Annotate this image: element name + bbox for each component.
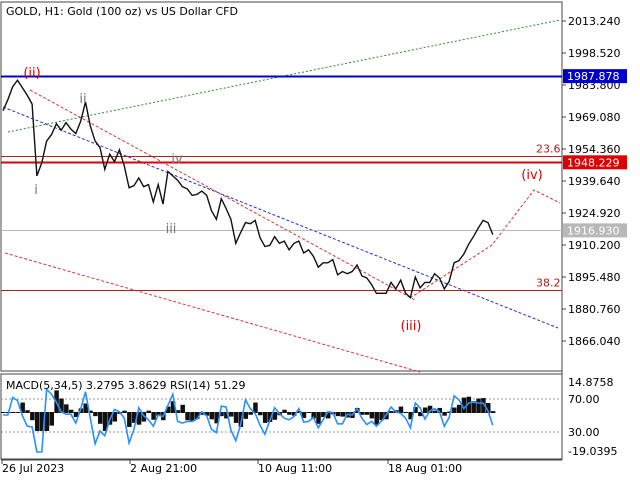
wave-label: i <box>34 183 38 198</box>
macd-bar <box>146 410 151 413</box>
wave-labels: (ii)iiiiviii(iii)(iv) <box>23 66 542 334</box>
macd-bar <box>10 412 16 413</box>
macd-bar <box>374 412 379 425</box>
chart: 23.638.2 (ii)iiiiviii(iii)(iv) 2013.2401… <box>0 1 627 475</box>
wave-label: (ii) <box>23 66 40 81</box>
price-tick-label: 1954.360 <box>568 143 621 156</box>
macd-bar <box>243 412 248 419</box>
macd-bar <box>248 412 253 415</box>
blue-trend-line <box>2 106 559 329</box>
horizontal-levels: 23.6 38.2 <box>1 75 562 291</box>
price-tag-label: 1916.930 <box>567 224 620 237</box>
macd-bar <box>340 412 345 417</box>
price-series <box>2 78 494 299</box>
macd-bar <box>476 398 481 413</box>
macd-bar <box>442 412 447 416</box>
time-tick-label: 2 Aug 21:00 <box>130 462 197 475</box>
indicator-tick-label: 30.00 <box>568 426 600 439</box>
time-axis: 26 Jul 2023 2 Aug 21:00 10 Aug 11:00 18 Aug… <box>1 460 462 475</box>
wave-label: ii <box>79 92 86 107</box>
time-tick-label: 18 Aug 01:00 <box>388 462 462 475</box>
price-tick-label: 1880.760 <box>568 303 621 316</box>
macd-bar <box>262 412 268 423</box>
indicator-label: MACD(5,34,5) 3.2795 3.8629 RSI(14) 51.29 <box>6 379 245 392</box>
macd-bar <box>1 412 6 413</box>
red-channel-lower <box>4 252 421 373</box>
main-pane-frame <box>0 1 563 372</box>
trend-lines <box>2 19 561 373</box>
wave-label: (iv) <box>521 168 542 183</box>
macd-bar <box>364 412 370 415</box>
price-tick-label: 1939.640 <box>568 175 621 188</box>
macd-bar <box>233 412 239 423</box>
time-tick-label: 26 Jul 2023 <box>2 462 64 475</box>
macd-bar <box>287 412 292 415</box>
macd-bar <box>228 412 234 417</box>
price-tick-label: 2013.240 <box>568 15 621 28</box>
indicator-tick-label: 14.8758 <box>568 376 614 389</box>
price-tick-label: 1910.200 <box>568 239 621 252</box>
macd-bar <box>282 409 287 413</box>
fib-level-label: 23.6 <box>536 143 561 156</box>
wave-label: iv <box>171 152 183 167</box>
macd-bar <box>258 412 263 416</box>
macd-bar <box>389 411 394 413</box>
macd-bar <box>369 412 375 419</box>
macd-bar <box>452 407 457 413</box>
macd-bar <box>335 412 341 417</box>
wave-label: (iii) <box>401 319 422 334</box>
price-tick-label: 1866.040 <box>568 335 621 348</box>
macd-bar <box>316 412 321 424</box>
price-axis: 2013.2401998.5201983.8001969.0801954.360… <box>562 15 621 348</box>
time-tick-label: 10 Aug 11:00 <box>258 462 332 475</box>
macd-bar <box>93 412 98 417</box>
macd-bar <box>398 406 404 413</box>
price-tag-label: 1948.229 <box>567 156 620 169</box>
macd-bar <box>34 412 40 431</box>
macd-bar <box>98 412 103 424</box>
fib-level-label: 38.2 <box>536 277 561 290</box>
price-tick-label: 1924.920 <box>568 207 621 220</box>
price-tick-label: 1969.080 <box>568 111 621 124</box>
chart-title: GOLD, H1: Gold (100 oz) vs US Dollar CFD <box>6 5 238 18</box>
indicator-tick-label: 70.00 <box>568 393 600 406</box>
macd-bar <box>403 412 409 413</box>
price-tick-label: 1998.520 <box>568 47 621 60</box>
macd-bar <box>185 412 190 421</box>
macd-bar <box>122 410 127 413</box>
rsi-line <box>3 387 494 453</box>
macd-bar <box>180 404 185 413</box>
macd-bar <box>64 404 69 413</box>
macd-bar <box>49 412 54 426</box>
price-tick-label: 1895.480 <box>568 271 621 284</box>
macd-bar <box>490 411 496 413</box>
macd-bar <box>422 407 428 413</box>
wave-label: iii <box>166 222 177 237</box>
macd-bar <box>209 412 215 420</box>
macd-bar <box>456 404 462 413</box>
price-tag-label: 1987.878 <box>567 70 620 83</box>
indicator-tick-label: -19.0395 <box>568 445 617 458</box>
macd-bar <box>432 410 438 413</box>
macd-bar <box>127 412 132 427</box>
macd-bar <box>306 412 312 413</box>
macd-bar <box>25 410 30 413</box>
macd-bar <box>68 409 74 413</box>
macd-bar <box>15 412 21 413</box>
macd-bar <box>30 412 35 421</box>
price-line <box>2 78 494 299</box>
macd-bar <box>151 412 156 420</box>
red-channel-upper <box>29 89 416 301</box>
